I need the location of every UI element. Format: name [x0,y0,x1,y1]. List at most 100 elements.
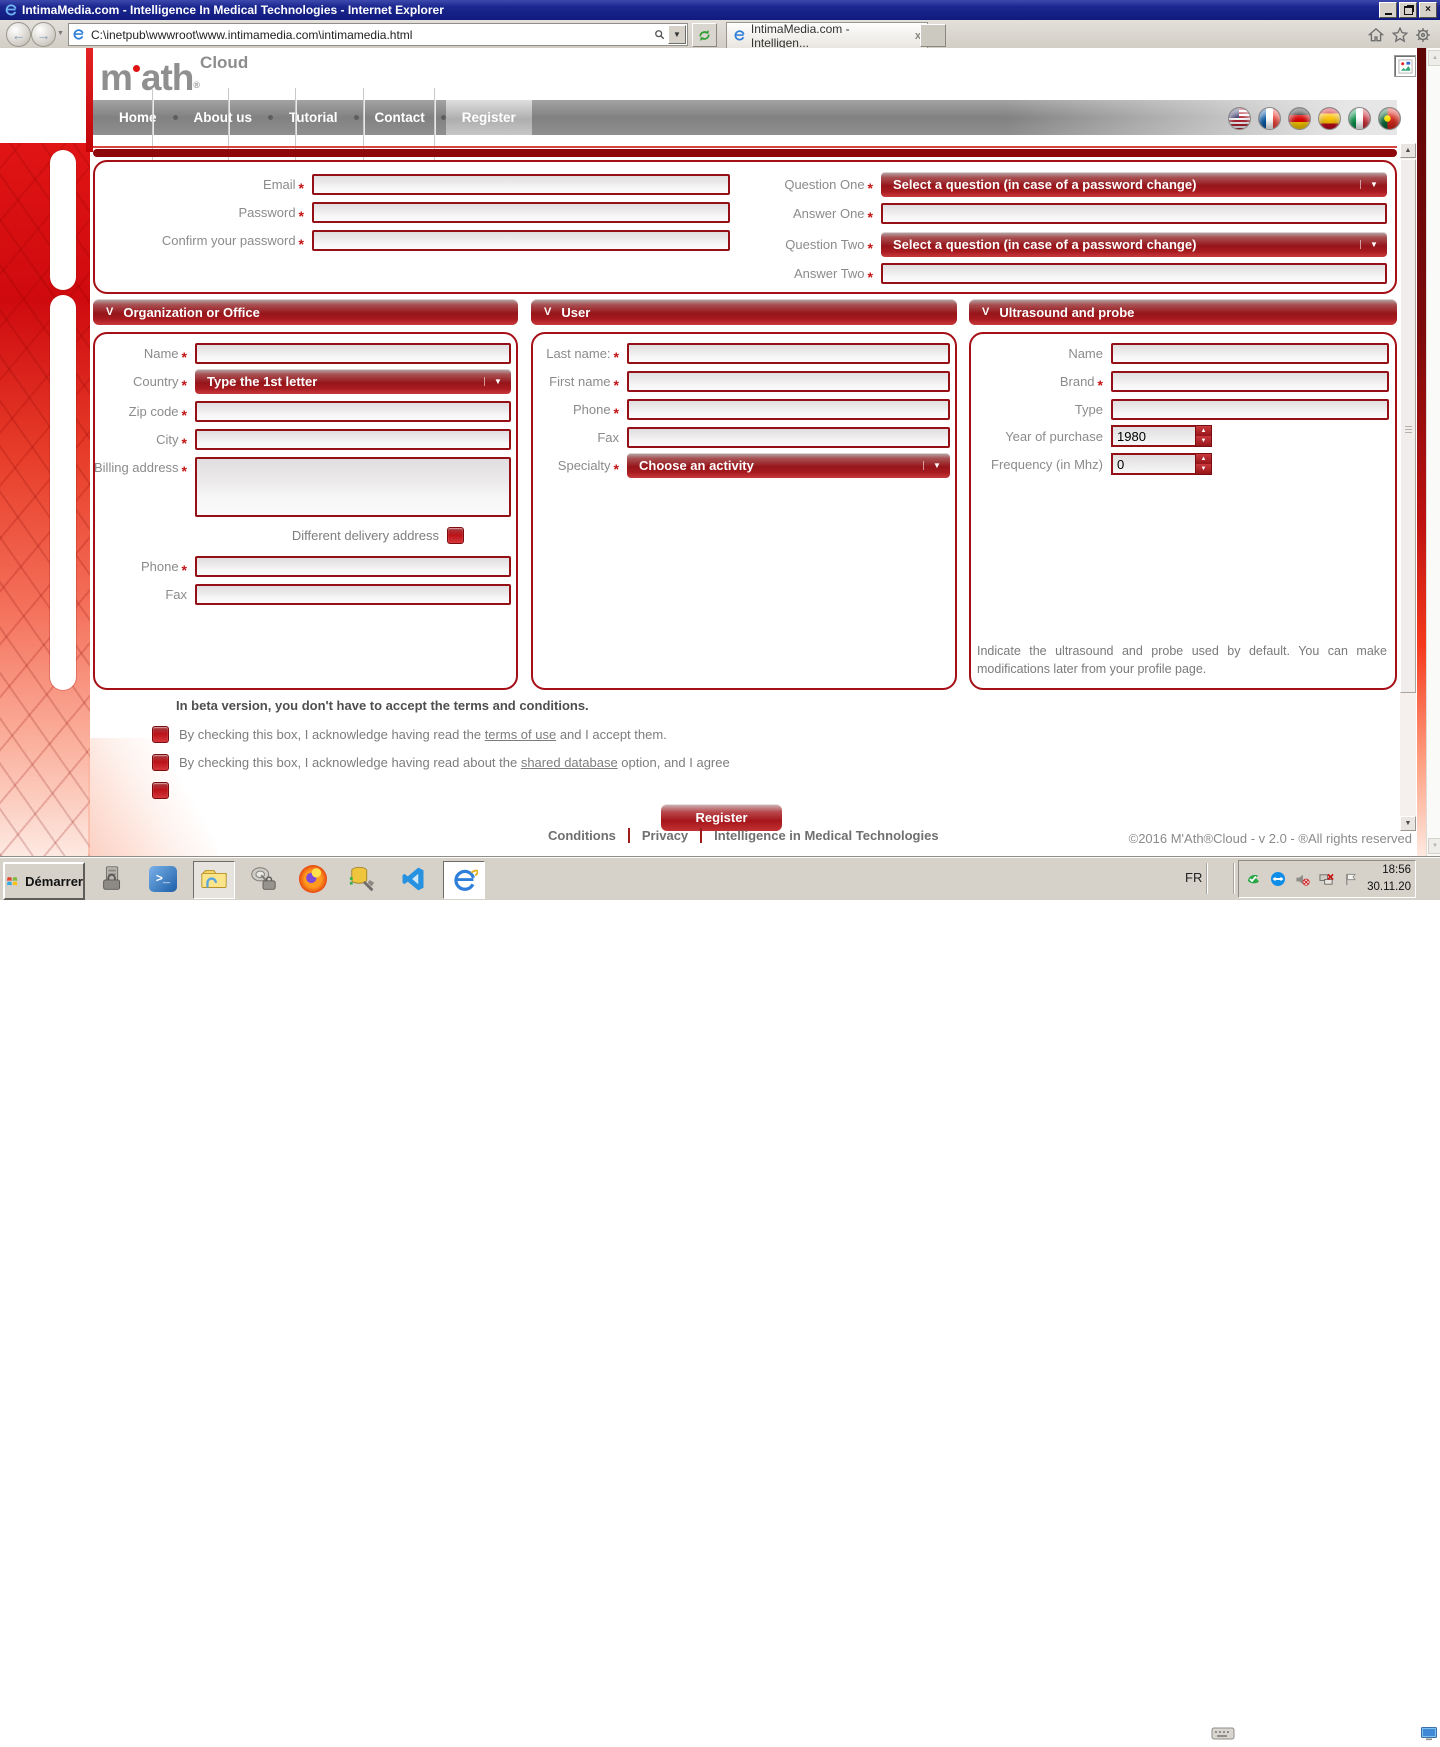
flag-us-icon[interactable] [1228,107,1251,130]
scroll-up-button[interactable]: ▲ [1400,143,1416,158]
chevron-down-icon: ▼ [1360,240,1387,249]
browser-scroll-up[interactable]: ▲ [1428,50,1440,66]
address-dropdown-button[interactable]: ▼ [668,25,686,44]
sql-tools-icon[interactable] [343,861,383,897]
powershell-icon[interactable]: >_ [143,861,183,897]
user-lastname-input[interactable] [627,343,950,364]
refresh-button[interactable] [692,23,717,47]
user-fax-input[interactable] [627,427,950,448]
question-one-select[interactable]: Select a question (in case of a password… [881,172,1387,197]
nav-item-tutorial[interactable]: Tutorial [273,100,354,135]
year-of-purchase-input[interactable] [1111,425,1195,447]
answer-one-input[interactable] [881,203,1387,224]
footer-link-imt[interactable]: Intelligence in Medical Technologies [714,828,938,843]
delivery-address-checkbox[interactable] [447,527,464,544]
scrollbar-thumb[interactable] [1400,159,1416,693]
collapse-icon[interactable]: V [982,306,989,318]
spin-up-button[interactable]: ▲ [1196,454,1211,464]
user-firstname-input[interactable] [627,371,950,392]
footer-link-conditions[interactable]: Conditions [548,828,616,843]
file-explorer-icon[interactable] [193,861,235,899]
show-desktop-icon[interactable] [1420,1726,1438,1747]
taskbar-clock[interactable]: 18:56 30.11.20 [1367,862,1411,895]
org-zip-input[interactable] [195,401,511,422]
browser-scroll-down[interactable]: ▼ [1428,838,1440,854]
history-dropdown[interactable]: ▼ [57,30,64,37]
user-section-header[interactable]: V User [531,299,957,325]
collapse-icon[interactable]: V [544,306,551,318]
language-indicator[interactable]: FR [1185,870,1202,885]
restore-button[interactable] [1399,2,1417,18]
network-error-icon[interactable] [1318,871,1334,888]
terms-intro: In beta version, you don't have to accep… [176,698,589,713]
spin-down-button[interactable]: ▼ [1196,464,1211,474]
server-manager-icon[interactable] [93,861,133,897]
nav-item-register[interactable]: Register [446,100,532,135]
password-label: Password [238,205,295,220]
register-button[interactable]: Register [661,804,782,831]
home-icon[interactable] [1366,25,1386,45]
close-button[interactable]: × [1419,2,1437,18]
scroll-down-button[interactable]: ▼ [1400,816,1416,831]
nav-item-home[interactable]: Home [103,100,173,135]
org-phone-label: Phone [141,559,179,574]
page-scrollbar[interactable]: ▲ ▼ [1400,143,1416,831]
org-phone-input[interactable] [195,556,511,577]
user-specialty-select[interactable]: Choose an activity ▼ [627,453,950,478]
flag-es-icon[interactable] [1318,107,1341,130]
browser-scrollbar[interactable]: ▲ ▼ [1426,48,1440,856]
browser-tab[interactable]: IntimaMedia.com - Intelligen... x [726,22,928,49]
terms-checkbox-1[interactable] [152,726,169,743]
vscode-icon[interactable] [393,861,433,897]
org-section-header[interactable]: V Organization or Office [93,299,518,325]
org-billing-textarea[interactable] [195,457,511,517]
teamviewer-icon[interactable] [1269,871,1285,888]
flag-fr-icon[interactable] [1258,107,1281,130]
password-input[interactable] [312,202,730,223]
back-button[interactable]: ← [6,22,31,47]
spin-down-button[interactable]: ▼ [1196,436,1211,446]
nav-item-about[interactable]: About us [178,100,269,135]
start-button[interactable]: Démarrer [3,862,85,900]
probe-type-input[interactable] [1111,399,1389,420]
email-input[interactable] [312,174,730,195]
flag-pt-icon[interactable] [1378,107,1401,130]
terms-checkbox-3[interactable] [152,782,169,799]
admin-tools-icon[interactable] [243,861,283,897]
terms-of-use-link[interactable]: terms of use [485,727,557,742]
keyboard-icon[interactable] [1211,1725,1235,1746]
flag-it-icon[interactable] [1348,107,1371,130]
confirm-password-input[interactable] [312,230,730,251]
frequency-input[interactable] [1111,453,1195,475]
user-phone-input[interactable] [627,399,950,420]
org-country-select[interactable]: Type the 1st letter ▼ [195,369,511,394]
shared-database-link[interactable]: shared database [521,755,618,770]
org-fax-input[interactable] [195,584,511,605]
nav-item-contact[interactable]: Contact [359,100,441,135]
speaker-muted-icon[interactable] [1294,871,1310,888]
antivirus-check-icon[interactable] [1245,871,1261,888]
favorites-star-icon[interactable] [1390,25,1410,45]
footer-link-privacy[interactable]: Privacy [642,828,688,843]
settings-gear-icon[interactable] [1413,25,1433,45]
terms-checkbox-2[interactable] [152,754,169,771]
collapse-icon[interactable]: V [106,306,113,318]
flag-de-icon[interactable] [1288,107,1311,130]
minimize-button[interactable] [1379,2,1397,18]
left-capsule-top [50,150,76,290]
address-input[interactable] [87,28,650,42]
org-city-input[interactable] [195,429,511,450]
firefox-icon[interactable] [293,861,333,897]
question-two-select[interactable]: Select a question (in case of a password… [881,232,1387,257]
forward-button[interactable]: → [31,22,56,47]
answer-two-input[interactable] [881,263,1387,284]
probe-name-input[interactable] [1111,343,1389,364]
spin-up-button[interactable]: ▲ [1196,426,1211,436]
probe-section-header[interactable]: V Ultrasound and probe [969,299,1397,325]
probe-brand-input[interactable] [1111,371,1389,392]
internet-explorer-icon[interactable] [443,861,485,899]
new-tab-button[interactable] [920,24,946,47]
flag-notification-icon[interactable] [1343,871,1359,888]
org-name-input[interactable] [195,343,511,364]
search-icon[interactable] [650,25,668,44]
